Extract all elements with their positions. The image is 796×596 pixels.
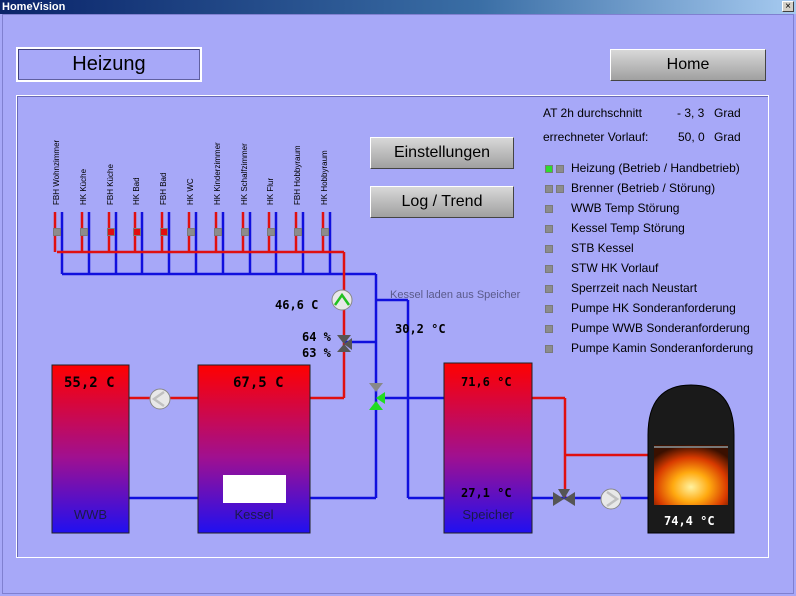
status-legend-label: Brenner (Betrieb / Störung) [571, 181, 716, 195]
status-led [545, 325, 553, 333]
status-led [545, 285, 553, 293]
circuit-label: HK Schalfzimmer [240, 143, 249, 205]
circuit-label: FBH Wohnzimmer [52, 139, 61, 205]
mix-valve-reading-1: 64 % [302, 330, 331, 344]
circuit-label: HK Küche [79, 168, 88, 205]
return-temp-reading: 30,2 °C [395, 322, 446, 336]
log-trend-button[interactable]: Log / Trend [370, 186, 514, 218]
status-led [545, 185, 553, 193]
circuit-led [53, 228, 61, 236]
flow-temp-label: errechneter Vorlauf: [543, 130, 649, 144]
kessel-temp: 67,5 C [233, 375, 284, 391]
status-legend-label: Pumpe HK Sonderanforderung [571, 301, 736, 315]
circuit-label: FBH Bad [159, 172, 168, 205]
avg-temp-value: - 3, 3 [677, 106, 705, 120]
manifold-pipes [53, 212, 332, 274]
flow-temp-reading: 46,6 C [275, 298, 319, 312]
circuit-label: HK Kinderzimmer [213, 142, 222, 205]
charge-note: Kessel laden aus Speicher [390, 289, 521, 301]
status-led [545, 305, 553, 313]
status-legend-label: Pumpe Kamin Sonderanforderung [571, 341, 754, 355]
status-led [545, 225, 553, 233]
fire-icon [654, 445, 728, 505]
circuit-label: HK Bad [132, 177, 141, 205]
status-led [556, 185, 564, 193]
circuit-led [187, 228, 195, 236]
status-legend-label: STW HK Vorlauf [571, 261, 659, 275]
status-legend-label: Pumpe WWB Sonderanforderung [571, 321, 750, 335]
circuit-led [80, 228, 88, 236]
circuit-label: FBH Hobbyraum [293, 145, 302, 205]
flow-temp-value: 50, 0 [678, 130, 705, 144]
kessel-label: Kessel [234, 507, 274, 522]
status-led [556, 165, 564, 173]
pump-wwb-icon [149, 388, 171, 410]
status-led [545, 265, 553, 273]
status-led [545, 245, 553, 253]
pump-kamin-icon [600, 488, 622, 510]
status-led [545, 345, 553, 353]
circuit-label: FBH Küche [106, 164, 115, 205]
status-legend-label: WWB Temp Störung [571, 201, 680, 215]
status-legend-label: STB Kessel [571, 241, 634, 255]
circuit-led [214, 228, 222, 236]
status-led [545, 205, 553, 213]
circuit-label: HK WC [186, 178, 195, 205]
avg-temp-unit: Grad [714, 106, 741, 120]
circuit-led [321, 228, 329, 236]
avg-temp-label: AT 2h durchschnitt [543, 106, 642, 120]
kessel-door [223, 475, 286, 503]
status-legend-label: Kessel Temp Störung [571, 221, 685, 235]
circuit-label: HK Hobbyraum [320, 150, 329, 205]
speicher-bottom-temp: 27,1 °C [461, 486, 512, 500]
circuit-led [133, 228, 141, 236]
pump-hk-icon [331, 289, 353, 311]
status-legend-label: Heizung (Betrieb / Handbetrieb) [571, 161, 740, 175]
wwb-temp: 55,2 C [64, 375, 115, 391]
mix-valve-reading-2: 63 % [302, 346, 331, 360]
circuit-led [294, 228, 302, 236]
speicher-label: Speicher [462, 507, 514, 522]
circuit-led [241, 228, 249, 236]
status-led [545, 165, 553, 173]
flow-temp-unit: Grad [714, 130, 741, 144]
kamin-valve-icon [553, 489, 575, 506]
wwb-label: WWB [73, 507, 108, 522]
circuit-led [160, 228, 168, 236]
settings-button[interactable]: Einstellungen [370, 137, 514, 169]
circuit-led [107, 228, 115, 236]
kamin-temp: 74,4 °C [664, 514, 715, 528]
status-legend-label: Sperrzeit nach Neustart [571, 281, 698, 295]
speicher-top-temp: 71,6 °C [461, 375, 512, 389]
circuit-led [267, 228, 275, 236]
circuit-label: HK Flur [266, 177, 275, 205]
